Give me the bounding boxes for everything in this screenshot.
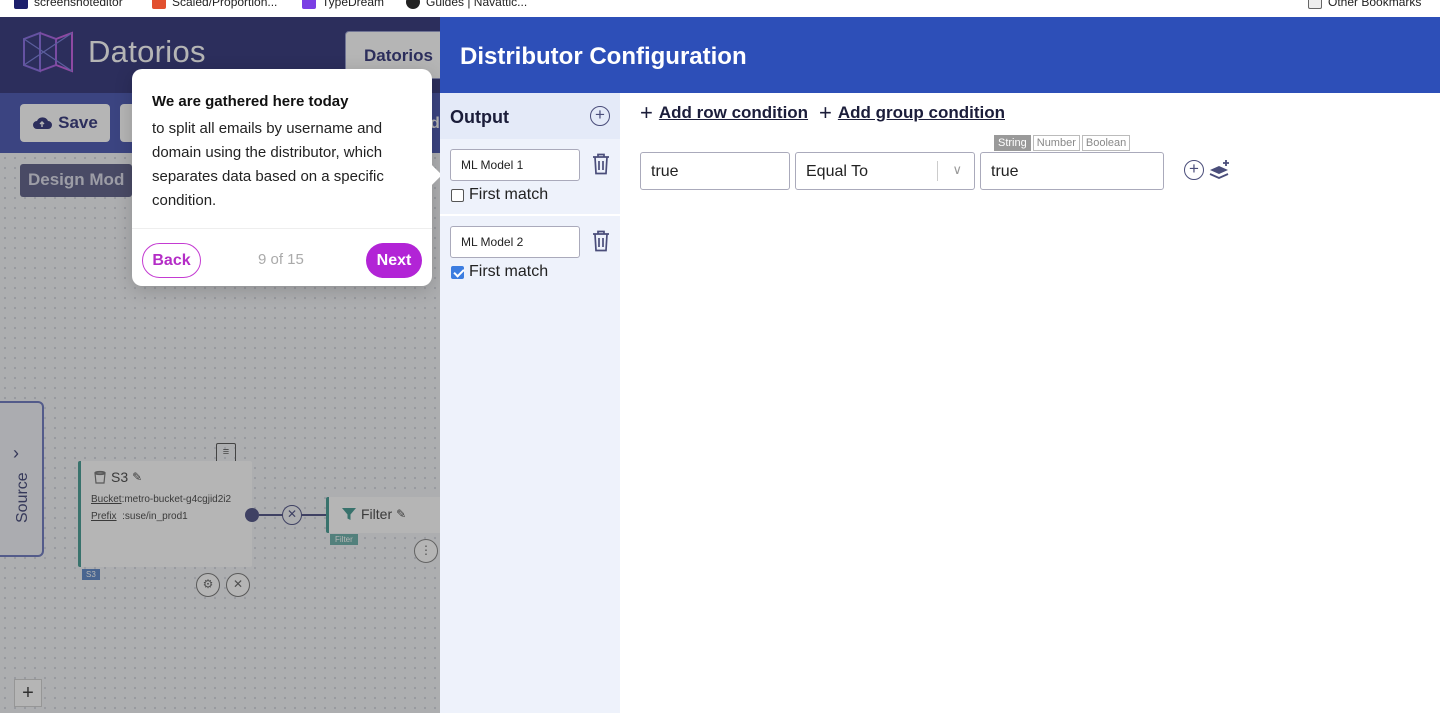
bookmark-item[interactable]: TypeDream (302, 0, 384, 9)
bookmark-label: screenshoteditor (34, 0, 123, 9)
bookmark-item[interactable]: Guides | Navattic... (406, 0, 527, 9)
bookmark-favicon-icon (152, 0, 166, 9)
checkbox-checked[interactable] (451, 265, 464, 279)
first-match-checkbox[interactable]: First match (451, 186, 548, 204)
checkbox-unchecked[interactable] (451, 188, 464, 202)
add-group-condition-link[interactable]: + Add group condition (819, 100, 1005, 125)
output-header: Output + (440, 93, 620, 139)
trash-icon[interactable] (591, 153, 611, 175)
output-item[interactable]: First match (440, 216, 620, 292)
divider (937, 161, 938, 181)
tour-popover: We are gathered here today to split all … (132, 69, 442, 286)
distributor-config-panel: Distributor Configuration Output + First… (440, 17, 1440, 713)
bookmark-item[interactable]: Scaled/Proportion... (152, 0, 277, 9)
bookmark-label: Guides | Navattic... (426, 0, 528, 9)
row-actions: + (1184, 159, 1232, 181)
first-match-label: First match (469, 263, 549, 280)
bookmark-label: Scaled/Proportion... (172, 0, 278, 9)
operator-select[interactable]: Equal To ∨ (795, 152, 975, 190)
tour-body: to split all emails by username and doma… (152, 120, 384, 209)
tour-title: We are gathered here today (152, 93, 349, 110)
panel-header: Distributor Configuration (440, 17, 1440, 93)
output-name-input[interactable] (450, 226, 580, 258)
divider (132, 228, 432, 229)
bookmarks-bar: screenshoteditor Scaled/Proportion... Ty… (0, 0, 1440, 17)
condition-field-input[interactable]: true (640, 152, 790, 190)
operator-value: Equal To (806, 163, 868, 180)
other-bookmarks[interactable]: Other Bookmarks (1308, 0, 1421, 9)
type-tab-boolean[interactable]: Boolean (1081, 135, 1131, 151)
trash-icon[interactable] (591, 230, 611, 252)
plus-icon: + (640, 100, 653, 125)
add-row-condition-link[interactable]: + Add row condition (640, 100, 809, 125)
add-group-icon[interactable] (1208, 159, 1232, 181)
next-button[interactable]: Next (366, 243, 422, 278)
bookmark-favicon-icon (14, 0, 28, 9)
add-condition-icon[interactable]: + (1184, 160, 1204, 180)
output-column: Output + First match First match (440, 93, 620, 713)
type-tab-string[interactable]: String (994, 135, 1031, 151)
back-button[interactable]: Back (142, 243, 201, 278)
add-group-condition-label: Add group condition (837, 103, 1005, 122)
tour-progress: 9 of 15 (258, 251, 304, 268)
other-bookmarks-label: Other Bookmarks (1328, 0, 1422, 9)
condition-value-input[interactable]: true (980, 152, 1164, 190)
output-title: Output (450, 107, 509, 127)
chevron-down-icon: ∨ (952, 162, 962, 177)
bookmark-item[interactable]: screenshoteditor (14, 0, 123, 9)
output-name-input[interactable] (450, 149, 580, 181)
condition-area: + Add row condition + Add group conditio… (620, 93, 1440, 713)
bookmark-favicon-icon (302, 0, 316, 9)
first-match-checkbox[interactable]: First match (451, 263, 548, 281)
first-match-label: First match (469, 186, 549, 203)
output-item[interactable]: First match (440, 139, 620, 215)
bookmark-label: TypeDream (322, 0, 385, 9)
folder-icon (1308, 0, 1322, 9)
add-output-icon[interactable]: + (590, 106, 610, 126)
panel-title: Distributor Configuration (460, 43, 747, 70)
plus-icon: + (819, 100, 832, 125)
value-type-tabs: String Number Boolean (994, 135, 1131, 151)
add-row-condition-label: Add row condition (658, 103, 809, 122)
type-tab-number[interactable]: Number (1032, 135, 1080, 151)
bookmark-favicon-icon (406, 0, 420, 9)
